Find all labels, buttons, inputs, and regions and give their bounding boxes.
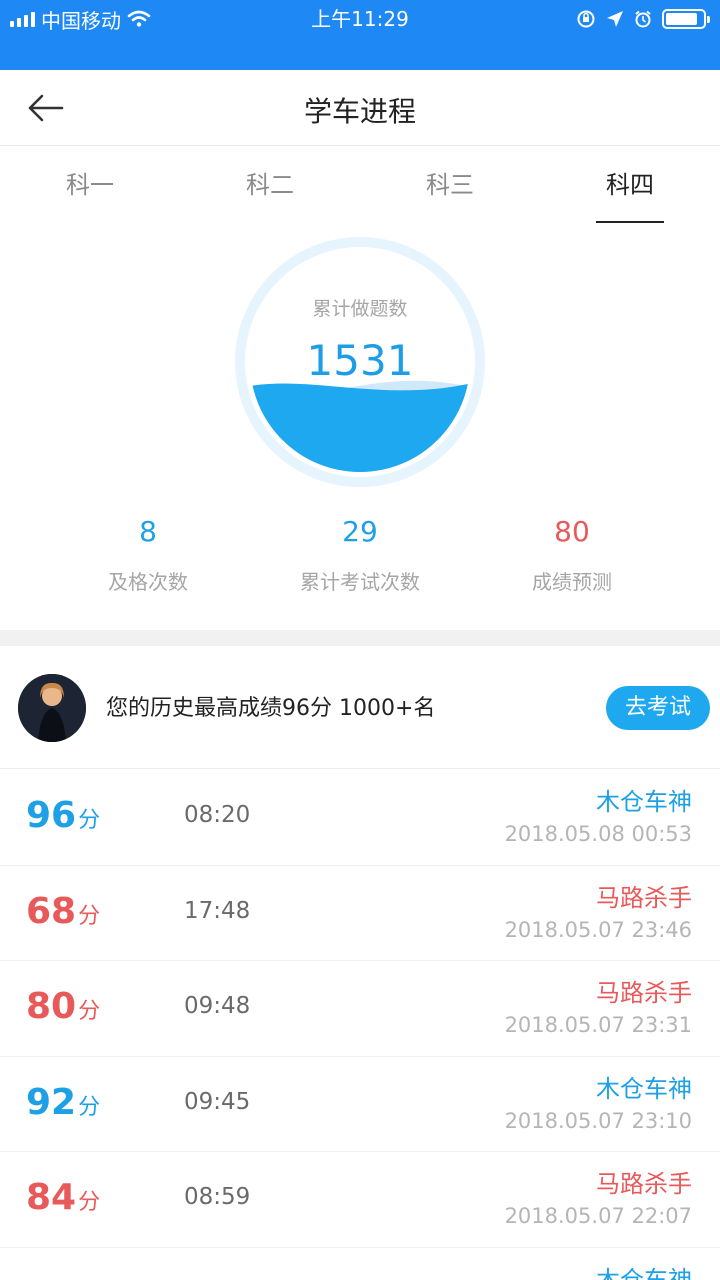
stats-row: 8 及格次数 29 累计考试次数 80 成绩预测 [42, 510, 678, 595]
battery-fill [666, 13, 697, 25]
stat-value: 80 [554, 515, 590, 548]
list-item[interactable]: 木仓车神 [0, 1248, 720, 1280]
tab-subject-3[interactable]: 科三 [360, 147, 540, 223]
nav-bar: 学车进程 [0, 70, 720, 146]
exam-records-list: 96分 08:20 木仓车神 2018.05.08 00:53 68分 17:4… [0, 770, 720, 1280]
record-title: 木仓车神 [596, 788, 692, 816]
record-score: 84分 [26, 1177, 101, 1218]
page-title: 学车进程 [303, 95, 416, 128]
stat-value: 8 [139, 515, 157, 548]
record-score: 92分 [26, 1081, 101, 1123]
alarm-icon [635, 10, 651, 28]
tab-subject-4[interactable]: 科四 [540, 147, 720, 223]
gauge-value: 1531 [306, 336, 414, 385]
list-item[interactable]: 96分 08:20 木仓车神 2018.05.08 00:53 [0, 770, 720, 866]
list-item[interactable]: 92分 09:45 木仓车神 2018.05.07 23:10 [0, 1057, 720, 1152]
record-score: 68分 [26, 890, 101, 932]
gauge-label: 累计做题数 [312, 298, 408, 320]
record-date: 2018.05.07 23:46 [504, 917, 692, 942]
list-item[interactable]: 80分 09:48 马路杀手 2018.05.07 23:31 [0, 961, 720, 1057]
avatar [18, 674, 86, 742]
tab-subject-1[interactable]: 科一 [0, 147, 180, 223]
record-duration: 09:48 [184, 993, 251, 1019]
stat-label: 及格次数 [108, 570, 188, 594]
gauge-wave-front [250, 379, 470, 472]
list-item[interactable]: 84分 08:59 马路杀手 2018.05.07 22:07 [0, 1152, 720, 1248]
record-title: 马路杀手 [596, 979, 692, 1007]
best-score-text: 您的历史最高成绩96分 1000+名 [106, 696, 436, 721]
take-exam-button[interactable]: 去考试 [606, 686, 710, 730]
record-score: 96分 [26, 795, 101, 836]
battery-icon [662, 9, 710, 29]
record-duration: 09:45 [184, 1088, 251, 1115]
stat-exam-count: 29 累计考试次数 [254, 510, 466, 595]
location-icon [607, 11, 623, 27]
record-date: 2018.05.07 23:10 [504, 1108, 692, 1133]
record-date: 2018.05.07 23:31 [504, 1013, 692, 1037]
orientation-lock-icon [577, 10, 595, 28]
record-date: 2018.05.07 22:07 [504, 1204, 692, 1228]
stat-score-prediction: 80 成绩预测 [466, 510, 678, 595]
best-score-bar: 您的历史最高成绩96分 1000+名 去考试 [0, 646, 720, 769]
subject-tabs: 科一 科二 科三 科四 [0, 147, 720, 223]
record-title: 木仓车神 [596, 1265, 692, 1280]
stat-label: 累计考试次数 [300, 570, 420, 594]
tab-subject-2[interactable]: 科二 [180, 147, 360, 223]
status-bar: 中国移动 上午11:29 [0, 0, 720, 70]
status-right [576, 6, 710, 32]
record-duration: 08:20 [184, 802, 251, 828]
stat-label: 成绩预测 [532, 570, 612, 594]
list-item[interactable]: 68分 17:48 马路杀手 2018.05.07 23:46 [0, 866, 720, 961]
section-divider [0, 630, 720, 646]
record-date: 2018.05.08 00:53 [504, 822, 692, 846]
record-title: 马路杀手 [596, 1170, 692, 1198]
record-duration: 08:59 [184, 1184, 251, 1210]
record-title: 木仓车神 [596, 1074, 692, 1103]
stat-pass-count: 8 及格次数 [42, 510, 254, 595]
record-score: 80分 [26, 986, 101, 1027]
record-duration: 17:48 [184, 897, 251, 924]
stat-value: 29 [342, 515, 378, 548]
record-title: 马路杀手 [596, 883, 692, 912]
